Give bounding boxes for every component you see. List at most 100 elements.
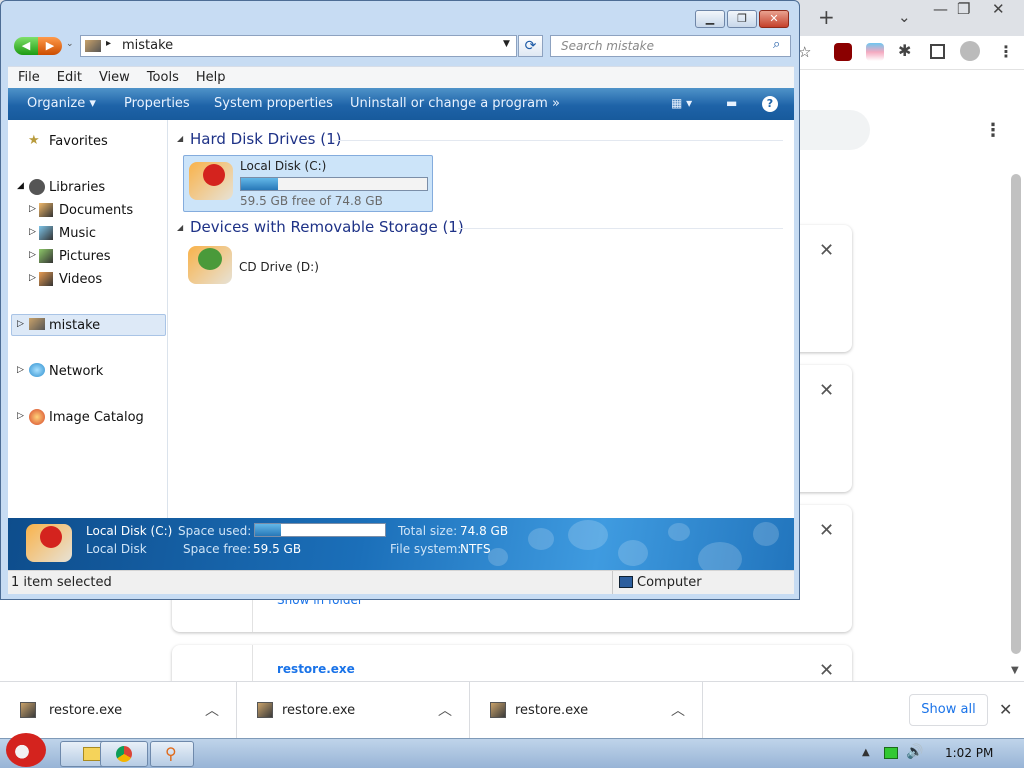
collapse-arrow-icon[interactable]: ▷ bbox=[29, 204, 36, 214]
documents-icon bbox=[39, 203, 53, 217]
preview-pane-icon[interactable]: ▬ bbox=[726, 96, 737, 110]
drive-d-tile[interactable]: CD Drive (D:) bbox=[183, 242, 363, 290]
remove-download-icon[interactable]: ✕ bbox=[819, 240, 834, 261]
scrollbar-thumb[interactable] bbox=[1011, 174, 1021, 654]
system-properties-button[interactable]: System properties bbox=[214, 96, 333, 111]
forward-button[interactable]: ▶ bbox=[38, 37, 62, 55]
command-bar: Organize ▾ Properties System properties … bbox=[8, 88, 794, 120]
maximize-button[interactable]: ❐ bbox=[727, 10, 757, 28]
minimize-browser-button[interactable]: — bbox=[933, 0, 948, 18]
nav-image-catalog[interactable]: Image Catalog bbox=[49, 410, 144, 425]
drive-c-usage-bar bbox=[240, 177, 428, 191]
new-tab-button[interactable]: + bbox=[818, 5, 835, 29]
taskbar-chrome-button[interactable] bbox=[100, 741, 148, 767]
group-header-removable[interactable]: Devices with Removable Storage (1) bbox=[190, 218, 464, 236]
group-collapse-icon[interactable]: ◢ bbox=[177, 134, 183, 143]
back-button[interactable]: ◀ bbox=[14, 37, 38, 55]
remove-download-icon[interactable]: ✕ bbox=[819, 520, 834, 541]
recent-pages-chevron-icon[interactable]: ⌄ bbox=[66, 39, 74, 49]
remove-download-icon[interactable]: ✕ bbox=[819, 660, 834, 681]
drive-c-tile[interactable]: Local Disk (C:) 59.5 GB free of 74.8 GB bbox=[183, 155, 433, 212]
nav-music[interactable]: Music bbox=[59, 226, 96, 241]
extensions-puzzle-icon[interactable]: ✱ bbox=[898, 41, 911, 60]
chevron-up-icon[interactable]: ︿ bbox=[438, 700, 452, 720]
browser-menu-icon[interactable]: ⋮ bbox=[998, 42, 1014, 61]
menu-view[interactable]: View bbox=[99, 70, 130, 85]
downloads-page-menu-icon[interactable]: ⋮ bbox=[984, 120, 1002, 141]
start-button[interactable] bbox=[6, 733, 46, 767]
exe-file-icon bbox=[20, 702, 36, 718]
collapse-arrow-icon[interactable]: ▷ bbox=[29, 273, 36, 283]
ublock-extension-icon[interactable] bbox=[834, 43, 852, 61]
close-shelf-icon[interactable]: ✕ bbox=[999, 700, 1012, 719]
drive-c-name: Local Disk (C:) bbox=[240, 159, 327, 173]
menu-edit[interactable]: Edit bbox=[57, 70, 82, 85]
navigation-pane: ★ Favorites ◢ Libraries ▷ Documents ▷ Mu… bbox=[8, 120, 168, 518]
collapse-arrow-icon[interactable]: ▷ bbox=[17, 411, 24, 421]
details-name: Local Disk (C:) bbox=[86, 524, 173, 538]
expand-arrow-icon[interactable]: ◢ bbox=[17, 181, 24, 191]
menu-tools[interactable]: Tools bbox=[147, 70, 179, 85]
clock[interactable]: 1:02 PM bbox=[945, 746, 993, 760]
restore-browser-button[interactable]: ❐ bbox=[957, 0, 970, 18]
scroll-down-arrow-icon[interactable]: ▼ bbox=[1011, 665, 1019, 676]
exe-file-icon bbox=[490, 702, 506, 718]
taskbar-search-app-button[interactable]: ⚲ bbox=[150, 741, 194, 767]
nav-videos[interactable]: Videos bbox=[59, 272, 102, 287]
chevron-up-icon[interactable]: ︿ bbox=[671, 700, 685, 720]
refresh-button[interactable]: ⟳ bbox=[518, 35, 543, 57]
tray-expand-icon[interactable]: ▲ bbox=[862, 747, 870, 758]
address-bar[interactable]: ▸ mistake ▼ bbox=[80, 35, 517, 57]
downloads-search-bar[interactable] bbox=[800, 110, 870, 150]
menu-help[interactable]: Help bbox=[196, 70, 226, 85]
collapse-arrow-icon[interactable]: ▷ bbox=[17, 319, 24, 329]
download-item[interactable]: restore.exe ︿ bbox=[0, 682, 237, 739]
folder-icon bbox=[83, 747, 101, 761]
search-input[interactable]: Search mistake bbox=[550, 35, 791, 57]
chevron-up-icon[interactable]: ︿ bbox=[205, 700, 219, 720]
download-filename-link[interactable]: restore.exe bbox=[277, 662, 355, 676]
group-header-hdd[interactable]: Hard Disk Drives (1) bbox=[190, 130, 341, 148]
profile-avatar-icon[interactable] bbox=[960, 41, 980, 61]
breadcrumb-mistake[interactable]: mistake bbox=[122, 38, 173, 53]
menu-file[interactable]: File bbox=[18, 70, 40, 85]
close-browser-button[interactable]: ✕ bbox=[992, 0, 1005, 18]
show-all-button[interactable]: Show all bbox=[909, 694, 988, 726]
close-button[interactable]: ✕ bbox=[759, 10, 789, 28]
search-icon[interactable]: ⌕ bbox=[773, 37, 780, 52]
file-system-label: File system: bbox=[390, 542, 462, 556]
exe-file-icon bbox=[257, 702, 273, 718]
nav-favorites[interactable]: Favorites bbox=[49, 134, 108, 149]
side-panel-icon[interactable] bbox=[930, 44, 945, 59]
bookmark-star-icon[interactable]: ☆ bbox=[798, 43, 811, 61]
more-commands-button[interactable]: » bbox=[552, 96, 560, 111]
page-scrollbar[interactable] bbox=[1009, 160, 1023, 680]
download-item[interactable]: restore.exe ︿ bbox=[470, 682, 703, 739]
properties-button[interactable]: Properties bbox=[124, 96, 190, 111]
minimize-button[interactable]: ▁ bbox=[695, 10, 725, 28]
nav-mistake[interactable]: mistake bbox=[49, 318, 100, 333]
nav-network[interactable]: Network bbox=[49, 364, 103, 379]
organize-button[interactable]: Organize ▾ bbox=[27, 96, 96, 111]
content-pane: ◢ Hard Disk Drives (1) Local Disk (C:) 5… bbox=[168, 120, 794, 518]
details-usage-fill bbox=[255, 524, 281, 536]
uninstall-program-button[interactable]: Uninstall or change a program bbox=[350, 96, 548, 111]
nav-documents[interactable]: Documents bbox=[59, 203, 133, 218]
collapse-arrow-icon[interactable]: ▷ bbox=[29, 227, 36, 237]
group-collapse-icon[interactable]: ◢ bbox=[177, 223, 183, 232]
network-icon bbox=[29, 363, 45, 377]
collapse-arrow-icon[interactable]: ▷ bbox=[17, 365, 24, 375]
remove-download-icon[interactable]: ✕ bbox=[819, 380, 834, 401]
collapse-arrow-icon[interactable]: ▷ bbox=[29, 250, 36, 260]
help-icon[interactable]: ? bbox=[762, 96, 778, 112]
nav-libraries[interactable]: Libraries bbox=[49, 180, 105, 195]
extension-icon[interactable] bbox=[866, 43, 884, 61]
breadcrumb-arrow-icon[interactable]: ▸ bbox=[106, 38, 111, 49]
download-item[interactable]: restore.exe ︿ bbox=[237, 682, 470, 739]
battery-icon[interactable] bbox=[884, 747, 898, 759]
tab-search-chevron-icon[interactable]: ⌄ bbox=[898, 8, 911, 26]
volume-icon[interactable]: 🔊 bbox=[906, 744, 923, 760]
address-dropdown-icon[interactable]: ▼ bbox=[503, 39, 510, 49]
nav-pictures[interactable]: Pictures bbox=[59, 249, 110, 264]
change-view-icon[interactable]: ▦ ▾ bbox=[671, 96, 692, 110]
